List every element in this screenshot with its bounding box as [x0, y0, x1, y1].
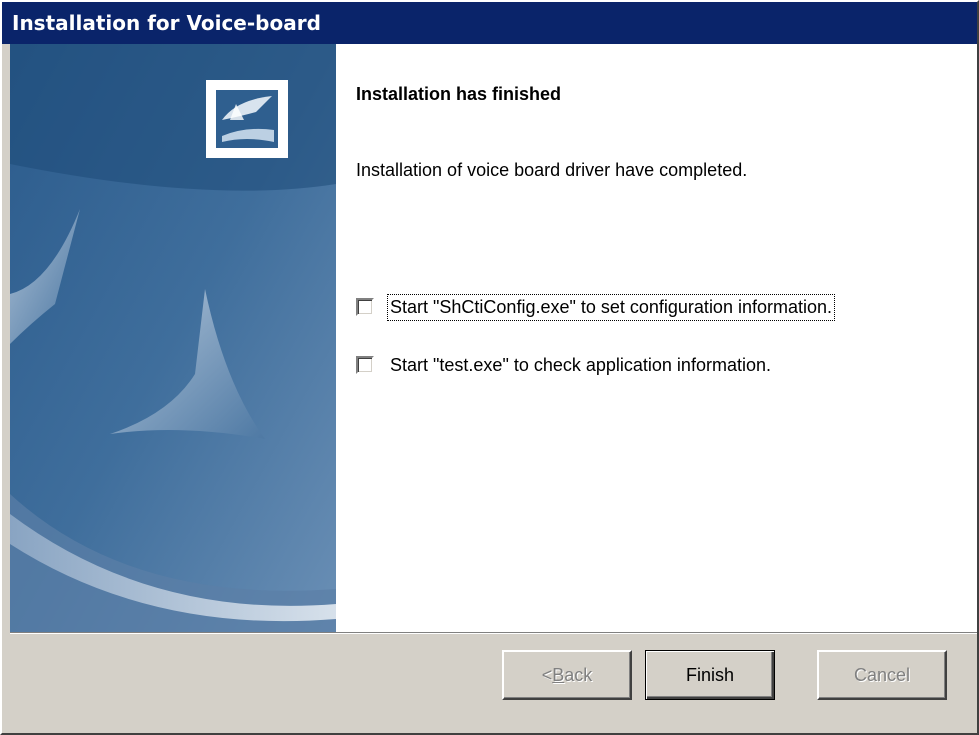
wizard-text-area: Installation has finished Installation o…	[356, 44, 966, 632]
installer-window: Installation for Voice-board Installatio…	[0, 0, 979, 735]
wizard-banner	[10, 44, 336, 632]
cancel-button[interactable]: Cancel	[817, 650, 947, 700]
back-button-hotkey: B	[552, 664, 565, 685]
checkbox-shcticonfig[interactable]	[356, 298, 374, 316]
option-start-shcticonfig[interactable]: Start "ShCtiConfig.exe" to set configura…	[356, 292, 836, 322]
back-button-prefix: <	[541, 664, 553, 685]
page-description: Installation of voice board driver have …	[356, 160, 748, 180]
button-separator	[10, 632, 977, 634]
installer-logo-icon	[206, 80, 288, 158]
finish-button-label: Finish	[685, 664, 734, 685]
back-button[interactable]: < Back	[502, 650, 632, 700]
back-button-rest: ack	[564, 664, 593, 685]
option-label-shcticonfig[interactable]: Start "ShCtiConfig.exe" to set configura…	[386, 293, 836, 321]
option-start-test[interactable]: Start "test.exe" to check application in…	[356, 350, 773, 380]
option-label-test[interactable]: Start "test.exe" to check application in…	[388, 353, 773, 378]
finish-button[interactable]: Finish	[645, 650, 775, 700]
window-title: Installation for Voice-board	[12, 11, 321, 35]
cancel-button-label: Cancel	[853, 664, 911, 685]
wizard-content: Installation has finished Installation o…	[10, 44, 977, 632]
checkbox-test[interactable]	[356, 356, 374, 374]
page-title: Installation has finished	[356, 84, 562, 104]
title-bar[interactable]: Installation for Voice-board	[2, 2, 977, 44]
